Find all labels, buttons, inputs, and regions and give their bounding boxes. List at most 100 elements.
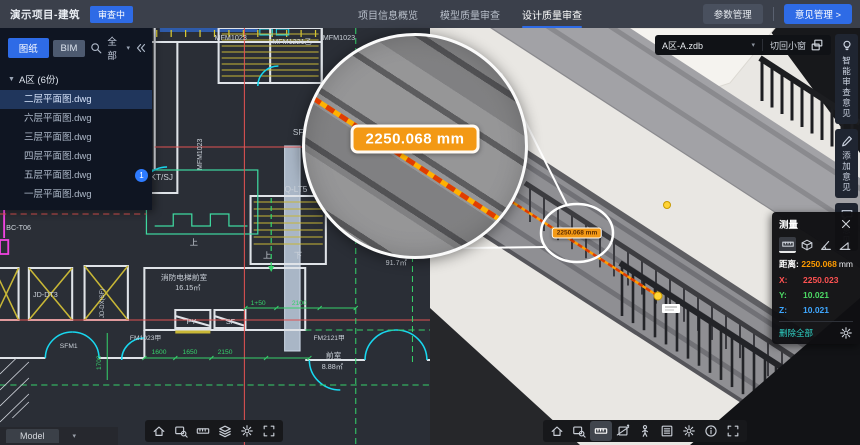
measure-row-label: Y: [779,290,803,300]
measure-values: 距离:2250.068mmX:2250.023Y:10.021Z:10.021 [779,258,853,315]
file-list: 二层平面图.dwg 六层平面图.dwg 三层平面图.dwg 四层平面图.dwg五层平面… [0,90,152,204]
file-name: 六层平面图.dwg [24,113,92,124]
cad-label: 1+50 [251,300,266,307]
delete-all-button[interactable]: 删除全部 [779,327,813,339]
side-button-bulb[interactable]: 智能审查意见 [835,34,858,124]
opinions-button[interactable]: 意见管理 > [784,4,852,24]
cad-label: JD-DT3 [33,291,58,299]
angle-icon [819,238,833,252]
section-icon [616,424,630,438]
gear-button[interactable] [678,421,700,441]
side-button-pencil[interactable]: 添加意见 [835,129,858,198]
collapse-icon-slot[interactable] [134,41,148,55]
ruler-min-icon [781,237,795,251]
measure-row-value: 2250.068 [801,259,836,269]
file-group[interactable]: ▼ A区 (6份) [0,68,152,90]
model-tab[interactable]: Model [6,429,59,443]
home-icon [152,424,166,438]
cad-label: 91.7㎡ [386,259,407,267]
person-icon [638,424,652,438]
measure-panel: 测量 距离:2250.068mmX:2250.023Y:10.021Z:10.0… [772,212,860,344]
pencil-icon [840,134,854,148]
tab-1[interactable]: 模型质量审查 [440,1,500,28]
cad-label: MFM1023 [214,34,246,42]
ruler-button[interactable] [192,421,214,441]
home-icon [550,424,564,438]
preview-button[interactable] [568,421,590,441]
cad-label: 16.15㎡ [175,284,200,292]
bulb-icon [840,39,854,53]
file-item[interactable]: 三层平面图.dwg [0,128,152,147]
cad-label: SFM1 [60,343,78,350]
measure-tool-angle[interactable] [817,237,834,253]
volume-icon [800,238,814,252]
file-item[interactable]: 一层平面图.dwg [0,185,152,204]
ruler-icon [594,424,608,438]
tab-2[interactable]: 设计质量审查 [522,1,582,28]
topbar-actions: 参数管理 意见管理 > [703,0,852,28]
gear-button[interactable] [236,421,258,441]
file-item[interactable]: 六层平面图.dwg [0,109,152,128]
measure-tool-volume[interactable] [798,237,815,253]
tab-drawings[interactable]: 图纸 [8,38,49,58]
file-item[interactable]: 五层平面图.dwg1 [0,166,152,185]
cad-label: 消防电梯前室 [161,272,208,282]
params-button[interactable]: 参数管理 [703,4,763,24]
measure-point[interactable] [664,202,671,209]
window-switch-icon [810,38,824,52]
gear-icon [682,424,696,438]
person-button[interactable] [634,421,656,441]
ruler-button[interactable] [590,421,612,441]
file-name: 三层平面图.dwg [24,132,92,143]
section-button[interactable] [612,421,634,441]
measure-tool-ruler-min[interactable] [779,237,796,253]
collapse-icon [134,41,148,55]
list-button[interactable] [656,421,678,441]
file-item[interactable]: 四层平面图.dwg [0,147,152,166]
model-selector[interactable]: A区-A.zdb ▾ 切回小窗 [655,35,831,55]
measure-tools [779,237,853,253]
home-button[interactable] [148,421,170,441]
fullscreen-icon [262,424,276,438]
info-button[interactable] [700,421,722,441]
cad-label: MFM1023 [196,139,204,170]
measurement-tag: 2250.068 mm [552,228,602,239]
side-button-label: 智能审查意见 [841,56,853,119]
viewer-toolbar [543,420,747,442]
home-button[interactable] [546,421,568,441]
fullscreen-icon [726,424,740,438]
layers-button[interactable] [214,421,236,441]
measure-tool-slope[interactable] [836,237,853,253]
top-bar: 演示项目-建筑 审查中 项目信息概览模型质量审查设计质量审查 参数管理 意见管理… [0,0,860,28]
layout-tab-strip: Model ▾ [0,427,118,445]
cad-label: 1600 [152,349,167,356]
measure-row-unit: mm [839,259,853,269]
cad-label: 1650 [183,349,198,356]
cad-toolbar [145,420,283,442]
group-label: A区 (6份) [19,72,59,86]
cad-label: 1700 [96,355,103,370]
chevron-down-icon[interactable]: ▾ [73,432,77,440]
fullscreen-button[interactable] [258,421,280,441]
preview-button[interactable] [170,421,192,441]
search-icon [89,41,103,55]
tab-0[interactable]: 项目信息概览 [358,1,418,28]
fullscreen-button[interactable] [722,421,744,441]
gear-icon[interactable] [839,326,853,340]
measure-point[interactable] [654,292,662,300]
tab-bim[interactable]: BIM [53,40,86,57]
chevron-down-icon: ▾ [127,44,131,52]
measure-row-label: Z: [779,305,803,315]
measure-row-label: X: [779,275,803,285]
search-icon-slot[interactable] [89,41,103,55]
filter-dropdown[interactable]: 全部▾ [107,34,130,62]
close-icon[interactable] [839,217,853,231]
cad-label: FM2121甲 [313,334,344,342]
preview-icon [174,424,188,438]
preview-icon [572,424,586,438]
switch-window-button[interactable]: 切回小窗 [770,38,824,52]
chevron-down-icon: ▾ [751,41,755,49]
cad-label: FM1023甲 [130,334,161,342]
divider [773,7,774,21]
file-item[interactable]: 二层平面图.dwg [0,90,152,109]
